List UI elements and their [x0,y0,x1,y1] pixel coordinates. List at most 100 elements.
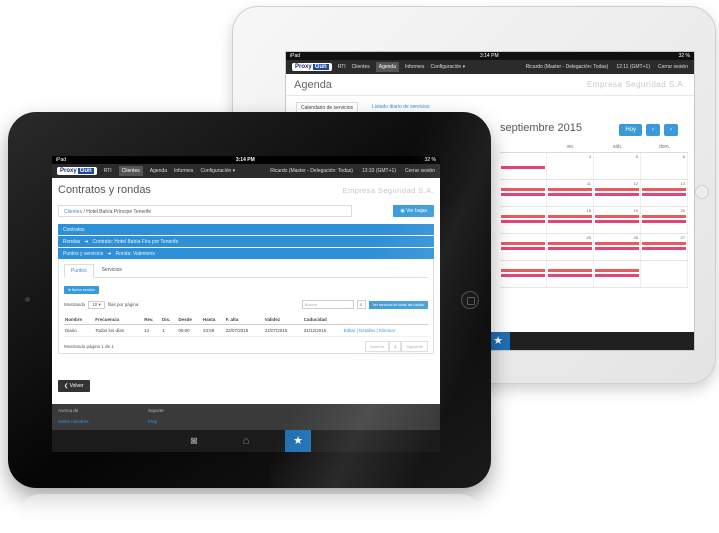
calendar-event[interactable] [501,247,545,250]
brand-logo[interactable]: Proxy Gun [292,63,332,71]
calendar-event[interactable] [548,215,592,218]
calendar-day[interactable]: 18 [547,207,594,233]
calendar-day[interactable] [500,207,547,233]
nuevo-servicio-button[interactable]: ⊕ Nuevo servicio [64,286,99,294]
calendar-day[interactable]: 20 [641,207,688,233]
tab-puntos[interactable]: Puntos [64,264,94,278]
calendar-event[interactable] [548,274,592,277]
search-icon[interactable]: ⌕ [356,300,366,309]
next-month-button[interactable]: › [664,124,678,136]
calendar-event[interactable] [548,188,592,191]
nav-rti[interactable]: RTI [338,64,346,70]
tab-servicios[interactable]: Servicios [96,264,128,277]
calendar-event[interactable] [548,247,592,250]
star-icon[interactable]: ★ [285,430,311,452]
col-rev[interactable]: Rev. [143,315,161,325]
nav-informes[interactable]: Informes [405,64,424,70]
calendar-day[interactable] [547,261,594,287]
nav-configuracion[interactable]: Configuración ▾ [200,168,235,174]
volver-button[interactable]: ❮ Volver [58,380,90,392]
nav-agenda[interactable]: Agenda [375,62,399,72]
user-menu[interactable]: Ricardo (Master - Delegación: Todas) [526,64,609,70]
prev-page-button[interactable]: Anterior [365,341,390,352]
rows-per-page-select[interactable]: 10 ▾ [88,300,105,309]
col-validez[interactable]: Validez [263,315,303,325]
ver-bajas-button[interactable]: ◉ Ver bajas [393,205,434,217]
col-alta[interactable]: F. alta [224,315,264,325]
calendar-day[interactable] [641,261,688,287]
calendar-event[interactable] [595,269,639,272]
nav-clientes[interactable]: Clientes [118,166,143,176]
prev-month-button[interactable]: ‹ [646,124,660,136]
calendar-event[interactable] [501,188,545,191]
calendar-day[interactable]: 27 [641,234,688,260]
page-number[interactable]: 1 [389,341,402,352]
calendar-event[interactable] [501,193,545,196]
calendar-event[interactable] [642,193,686,196]
col-desde[interactable]: Desde [177,315,203,325]
calendar-event[interactable] [595,215,639,218]
calendar-event[interactable] [501,274,545,277]
home-icon[interactable]: ⌂ [233,435,259,447]
calendar-day[interactable]: 6 [641,153,688,179]
calendar-event[interactable] [548,242,592,245]
nav-agenda[interactable]: Agenda [150,168,167,174]
puntos-bar[interactable]: Puntos y servicios ➜ Ronda: Valentens [58,248,434,260]
calendar-event[interactable] [642,242,686,245]
calendar-day[interactable] [500,180,547,206]
calendar-event[interactable] [501,166,545,169]
col-hasta[interactable]: Hasta [202,315,225,325]
calendar-event[interactable] [501,242,545,245]
col-dis[interactable]: Dis. [161,315,178,325]
calendar-day[interactable]: 13 [641,180,688,206]
calendar-day[interactable]: 11 [547,180,594,206]
brand-logo[interactable]: Proxy Gun [57,167,97,175]
calendar-event[interactable] [595,247,639,250]
today-button[interactable]: Hoy [619,124,642,136]
user-menu[interactable]: Ricardo (Master - Delegación: Todas) [270,168,353,174]
calendar-event[interactable] [595,274,639,277]
calendar-day[interactable] [594,261,641,287]
rondas-bar[interactable]: Rondas ➜ Contrato: Hotel Bahía Fira por Te… [58,236,434,248]
ver-servicios-button[interactable]: Ver servicios de todas las rondas [368,300,428,309]
footer-faq[interactable]: FAQ [148,419,238,427]
calendar-day[interactable]: 25 [547,234,594,260]
footer-sobre-nosotros[interactable]: Sobre nosotros [58,419,148,427]
calendar-day[interactable]: 26 [594,234,641,260]
calendar-day[interactable]: 4 [547,153,594,179]
calendar-day[interactable] [500,234,547,260]
nav-rti[interactable]: RTI [104,168,112,174]
calendar-event[interactable] [642,247,686,250]
search-input[interactable]: Buscar [301,300,354,309]
calendar-event[interactable] [548,269,592,272]
col-nombre[interactable]: Nombre [64,315,95,325]
calendar-event[interactable] [595,242,639,245]
next-page-button[interactable]: Siguiente [401,341,428,352]
breadcrumb-clientes[interactable]: Clientes [64,209,82,215]
calendar-event[interactable] [501,220,545,223]
nav-informes[interactable]: Informes [174,168,193,174]
calendar-event[interactable] [595,193,639,196]
logout-link[interactable]: Cerrar sesión [658,64,688,70]
row-actions[interactable]: Editar | Detalles | Eliminar [342,324,428,337]
calendar-day[interactable]: 5 [594,153,641,179]
col-caducidad[interactable]: Caducidad [302,315,343,325]
nav-clientes[interactable]: Clientes [352,64,370,70]
camera-icon[interactable]: ◙ [181,435,207,447]
calendar-event[interactable] [642,220,686,223]
nav-configuracion[interactable]: Configuración ▾ [430,64,465,70]
calendar-event[interactable] [595,188,639,191]
calendar-event[interactable] [548,220,592,223]
col-frecuencia[interactable]: Frecuencia [94,315,144,325]
calendar-event[interactable] [595,220,639,223]
calendar-event[interactable] [642,215,686,218]
contratos-bar[interactable]: Contratos [58,224,434,236]
calendar-event[interactable] [501,215,545,218]
logout-link[interactable]: Cerrar sesión [405,168,435,174]
calendar-event[interactable] [642,188,686,191]
calendar-day[interactable]: 12 [594,180,641,206]
calendar-event[interactable] [501,269,545,272]
calendar-event[interactable] [548,193,592,196]
calendar-day[interactable]: 19 [594,207,641,233]
calendar-day[interactable] [500,261,547,287]
